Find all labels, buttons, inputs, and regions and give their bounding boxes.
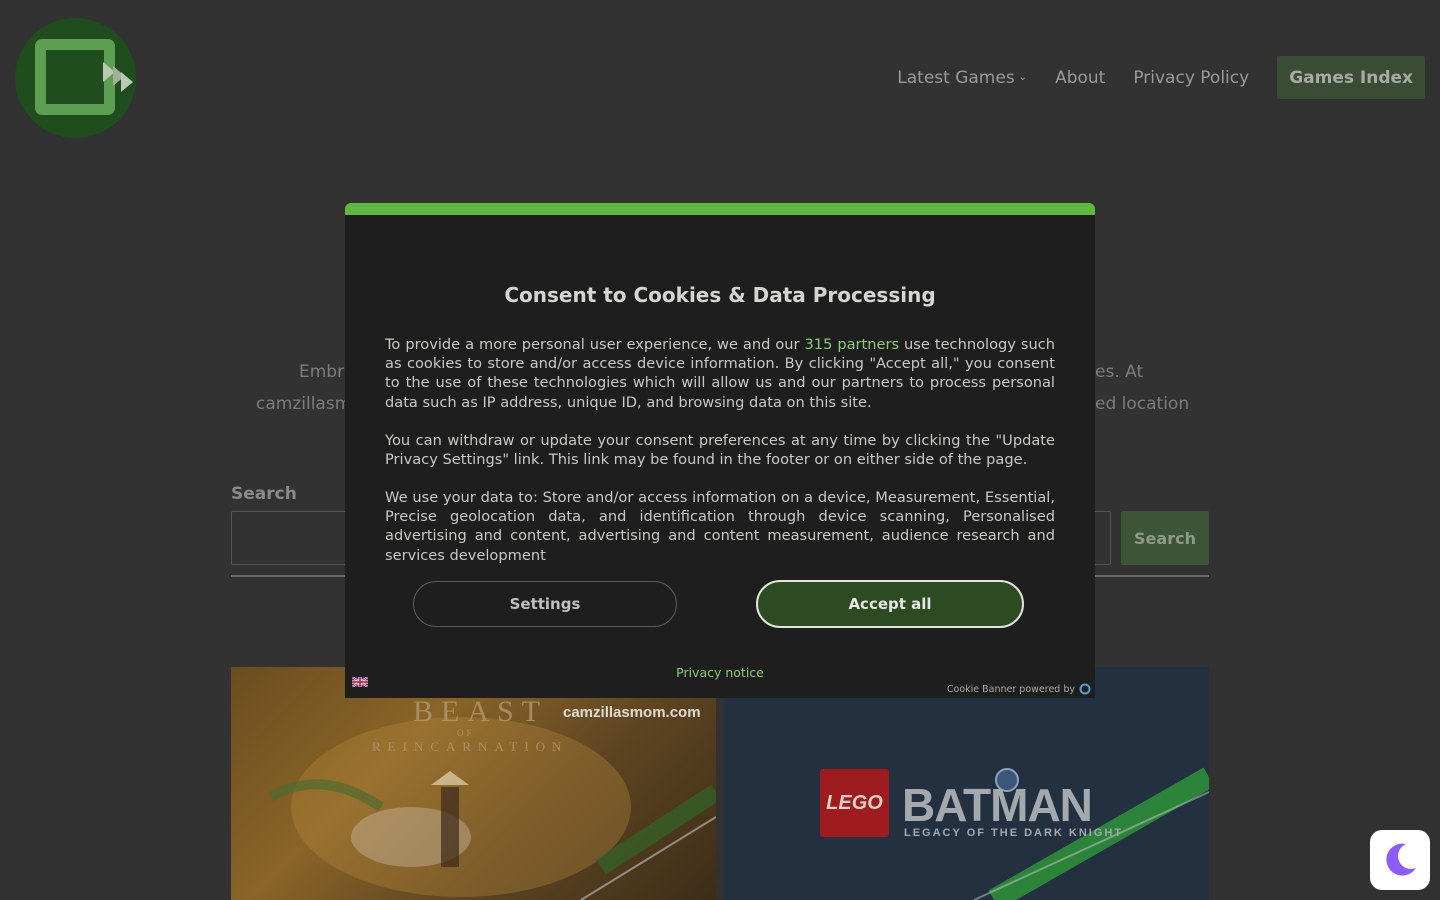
chevron-down-icon: ⌄	[1018, 72, 1028, 83]
dark-mode-toggle[interactable]	[1370, 830, 1430, 890]
lego-logo: LEGO	[820, 769, 889, 837]
powered-by-text: Cookie Banner powered by	[946, 683, 1075, 695]
card-1-watermark: camzillasmom.com	[563, 704, 701, 721]
card-2-subtitle: LEGACY OF THE DARK KNIGHT	[904, 827, 1124, 839]
cookie-consent-modal: Consent to Cookies & Data Processing To …	[345, 203, 1095, 698]
consent-p1-before: To provide a more personal user experien…	[385, 336, 805, 353]
nav-privacy-label: Privacy Policy	[1133, 67, 1250, 88]
intro-line-2-left: camzillasm	[256, 394, 352, 414]
moon-icon	[1386, 843, 1416, 876]
consent-paragraph-3: We use your data to: Store and/or access…	[385, 489, 1055, 564]
consent-paragraph-1: To provide a more personal user experien…	[385, 335, 1055, 412]
card-1-subtitle: REINCARNATION	[372, 739, 569, 754]
card-1-title: BEAST	[413, 695, 549, 728]
consent-paragraph-2: You can withdraw or update your consent …	[385, 432, 1055, 469]
intro-line-2-right: ed location	[1095, 394, 1190, 414]
accept-all-button[interactable]: Accept all	[756, 580, 1024, 628]
card-1-of: OF	[457, 728, 475, 738]
powered-by[interactable]: Cookie Banner powered by	[947, 683, 1091, 695]
game-card-lego-batman[interactable]: LEGO BATMAN LEGACY OF THE DARK KNIGHT	[724, 667, 1209, 900]
settings-button[interactable]: Settings	[413, 581, 677, 627]
search-button[interactable]: Search	[1121, 511, 1209, 565]
card-2-title: BATMAN	[902, 779, 1093, 831]
site-logo[interactable]	[15, 18, 136, 138]
intro-line-1-right: es. At	[1095, 362, 1144, 382]
nav-about[interactable]: About	[1055, 68, 1105, 88]
consent-title: Consent to Cookies & Data Processing	[504, 283, 936, 307]
nav-latest-games-label: Latest Games	[897, 67, 1015, 88]
games-index-button[interactable]: Games Index	[1277, 56, 1425, 99]
nav-about-label: About	[1055, 67, 1106, 88]
game-card-beast-of-reincarnation[interactable]: BEAST OF REINCARNATION camzillasmom.com	[231, 667, 716, 900]
nav-privacy-policy[interactable]: Privacy Policy	[1133, 68, 1249, 88]
partners-link[interactable]: 315 partners	[805, 336, 900, 353]
privacy-notice-link[interactable]: Privacy notice	[345, 665, 1095, 680]
logo-arrows-icon	[103, 62, 133, 92]
uk-flag-icon[interactable]	[352, 677, 368, 687]
cookie-banner-brand-icon	[1079, 683, 1091, 695]
search-label: Search	[231, 484, 297, 504]
nav-latest-games[interactable]: Latest Games ⌄	[897, 68, 1027, 88]
lego-logo-text: LEGO	[826, 791, 883, 814]
main-nav: Latest Games ⌄ About Privacy Policy Game…	[897, 56, 1425, 99]
